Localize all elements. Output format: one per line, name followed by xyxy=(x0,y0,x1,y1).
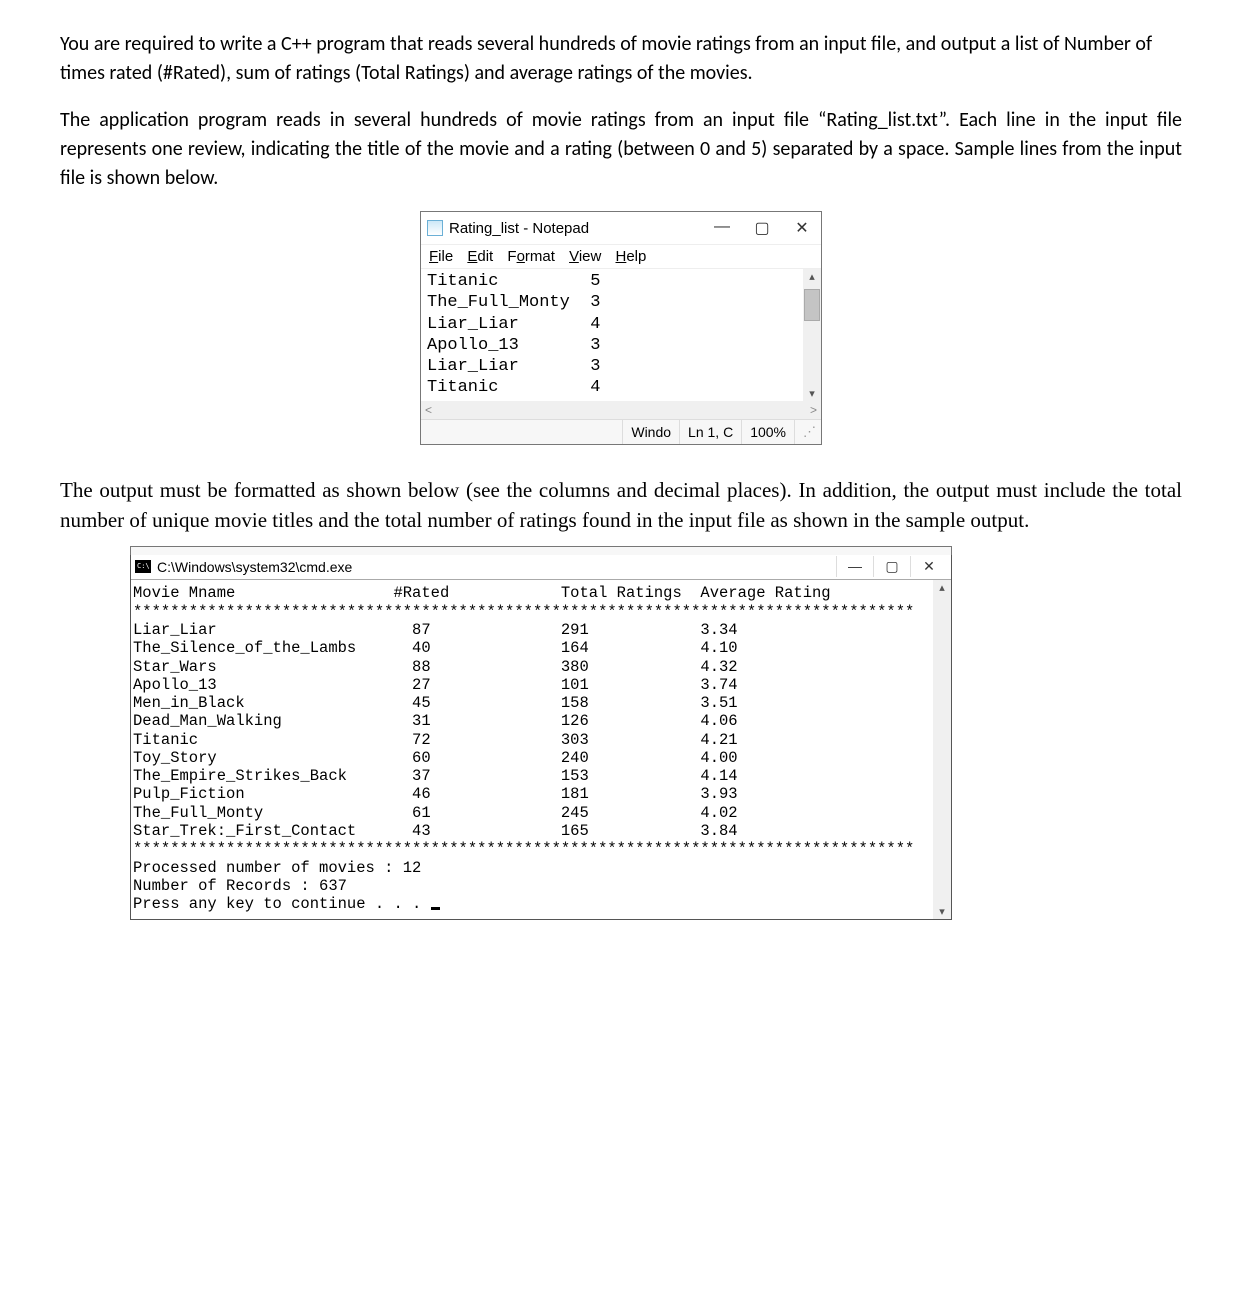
scroll-down-icon[interactable]: ▾ xyxy=(809,387,815,400)
scroll-up-icon[interactable]: ▴ xyxy=(809,270,815,283)
console-window: C:\ C:\Windows\system32\cmd.exe — ▢ ✕ Mo… xyxy=(130,553,952,920)
scroll-down-icon[interactable]: ▾ xyxy=(939,905,945,918)
console-title-text: C:\Windows\system32\cmd.exe xyxy=(157,559,836,575)
notepad-statusbar: Windo Ln 1, C 100% ⋰ xyxy=(421,419,821,444)
menu-format[interactable]: Format xyxy=(507,248,555,265)
console-titlebar: C:\ C:\Windows\system32\cmd.exe — ▢ ✕ xyxy=(131,554,951,580)
status-encoding: Windo xyxy=(622,420,679,444)
scroll-right-icon[interactable]: > xyxy=(810,403,817,417)
vertical-scrollbar[interactable]: ▴ ▾ xyxy=(933,580,951,919)
window-tab-remnant xyxy=(130,546,952,555)
close-button[interactable]: ✕ xyxy=(910,556,947,577)
console-content: Movie Mname #Rated Total Ratings Average… xyxy=(131,580,933,919)
maximize-button[interactable]: ▢ xyxy=(873,556,910,577)
resize-grip-icon[interactable]: ⋰ xyxy=(794,420,821,444)
scroll-left-icon[interactable]: < xyxy=(425,403,432,417)
text-cursor xyxy=(431,907,440,910)
intro-paragraph-1: You are required to write a C++ program … xyxy=(60,30,1182,88)
close-button[interactable]: ✕ xyxy=(787,218,817,238)
cmd-icon: C:\ xyxy=(135,560,151,573)
scroll-up-icon[interactable]: ▴ xyxy=(939,581,945,594)
menu-help[interactable]: Help xyxy=(616,248,647,265)
notepad-menu: File Edit Format View Help xyxy=(421,245,821,269)
output-description-paragraph: The output must be formatted as shown be… xyxy=(60,475,1182,536)
horizontal-scrollbar[interactable]: < > xyxy=(421,401,821,419)
status-position: Ln 1, C xyxy=(679,420,741,444)
minimize-button[interactable]: — xyxy=(707,218,737,238)
menu-view[interactable]: View xyxy=(569,248,601,265)
scroll-thumb[interactable] xyxy=(804,289,820,321)
menu-edit[interactable]: Edit xyxy=(467,248,493,265)
maximize-button[interactable]: ▢ xyxy=(747,218,777,238)
vertical-scrollbar[interactable]: ▴ ▾ xyxy=(803,269,821,401)
status-zoom: 100% xyxy=(741,420,794,444)
notepad-icon xyxy=(427,220,443,236)
intro-paragraph-2: The application program reads in several… xyxy=(60,106,1182,193)
notepad-window: Rating_list - Notepad — ▢ ✕ File Edit Fo… xyxy=(420,211,822,445)
notepad-title-text: Rating_list - Notepad xyxy=(449,220,707,237)
minimize-button[interactable]: — xyxy=(836,556,873,577)
menu-file[interactable]: File xyxy=(429,248,453,265)
notepad-content[interactable]: Titanic 5 The_Full_Monty 3 Liar_Liar 4 A… xyxy=(421,269,803,401)
notepad-titlebar: Rating_list - Notepad — ▢ ✕ xyxy=(421,212,821,245)
